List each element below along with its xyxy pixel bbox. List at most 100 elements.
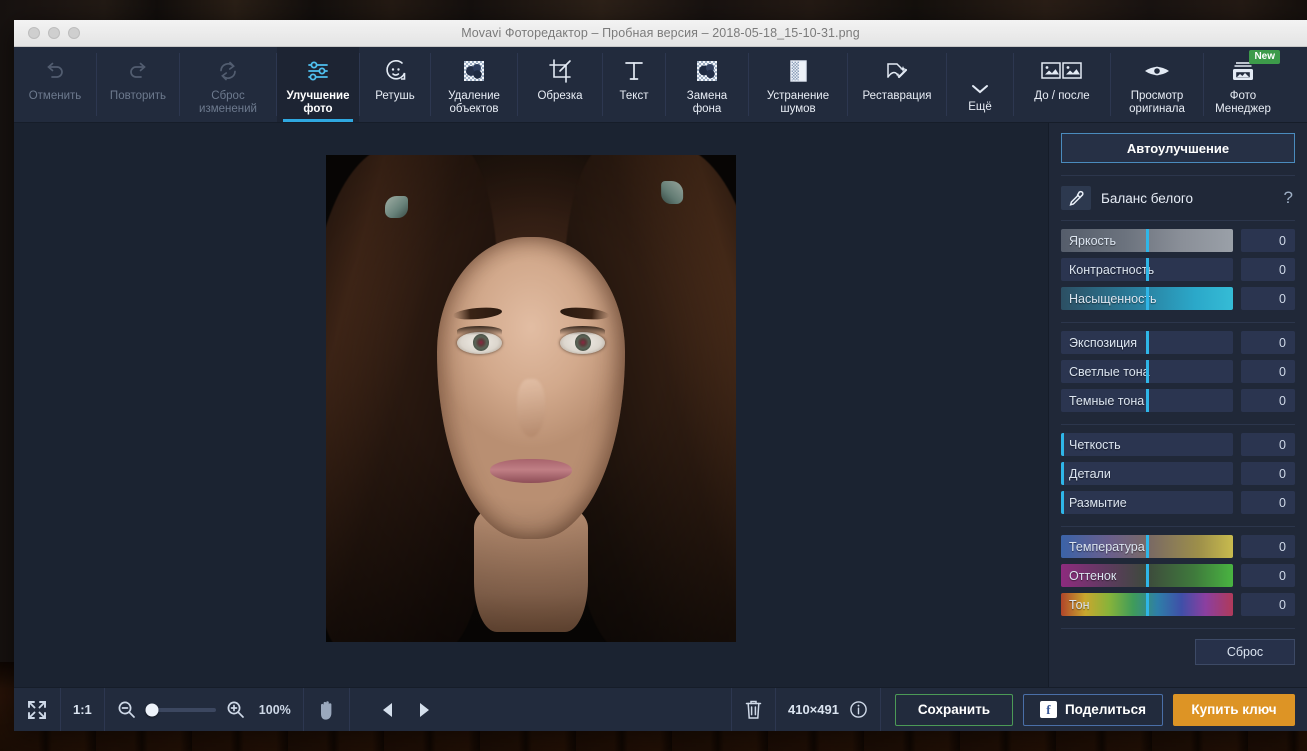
slider-handle[interactable]: [1146, 229, 1149, 252]
tool-object-removal[interactable]: Удаление объектов: [431, 47, 517, 122]
tool-before-after[interactable]: До / после: [1014, 47, 1110, 122]
trash-icon[interactable]: [744, 699, 763, 720]
tool-background-swap[interactable]: Замена фона: [666, 47, 748, 122]
action-buttons: Сохранить f Поделиться Купить ключ: [881, 694, 1307, 726]
retouch-face-icon: [381, 55, 409, 87]
slider-handle[interactable]: [1061, 433, 1064, 456]
slider-handle[interactable]: [1061, 491, 1064, 514]
slider-четкость[interactable]: Четкость: [1061, 433, 1233, 456]
slider-handle[interactable]: [1146, 535, 1149, 558]
info-icon[interactable]: [849, 700, 868, 719]
buy-key-button[interactable]: Купить ключ: [1173, 694, 1295, 726]
slider-насыщенность[interactable]: Насыщенность: [1061, 287, 1233, 310]
window-controls[interactable]: [28, 27, 80, 39]
minimize-button[interactable]: [48, 27, 60, 39]
tool-denoise[interactable]: Устранение шумов: [749, 47, 847, 122]
chevron-down-icon: [969, 78, 991, 98]
slider-row: Детали 0: [1061, 462, 1295, 485]
slider-экспозиция[interactable]: Экспозиция: [1061, 331, 1233, 354]
tool-background-swap-label: Замена фона: [685, 90, 729, 116]
slider-handle[interactable]: [1146, 593, 1149, 616]
hand-tool-icon[interactable]: [316, 699, 337, 721]
slider-handle[interactable]: [1146, 389, 1149, 412]
tool-reset-changes[interactable]: Сброс изменений: [180, 47, 276, 122]
tool-photo-manager[interactable]: Фото Менеджер New: [1204, 47, 1282, 122]
slider-value[interactable]: 0: [1241, 564, 1295, 587]
slider-row: Яркость 0: [1061, 229, 1295, 252]
save-button[interactable]: Сохранить: [895, 694, 1013, 726]
text-icon: [620, 55, 648, 87]
tool-text[interactable]: Текст: [603, 47, 665, 122]
tool-restoration[interactable]: Реставрация: [848, 47, 946, 122]
fit-screen-icon[interactable]: [26, 699, 48, 721]
slider-value[interactable]: 0: [1241, 462, 1295, 485]
slider-label: Четкость: [1069, 433, 1121, 456]
slider-row: Размытие 0: [1061, 491, 1295, 514]
slider-handle[interactable]: [1146, 564, 1149, 587]
reset-button[interactable]: Сброс: [1195, 639, 1295, 665]
zoom-level-label: 100%: [259, 703, 291, 717]
slider-group-3: Четкость 0 Детали 0 Размытие 0: [1049, 425, 1307, 526]
facebook-icon: f: [1040, 701, 1057, 718]
slider-оттенок[interactable]: Оттенок: [1061, 564, 1233, 587]
slider-тон[interactable]: Тон: [1061, 593, 1233, 616]
slider-handle[interactable]: [1146, 287, 1149, 310]
slider-value[interactable]: 0: [1241, 229, 1295, 252]
slider-value[interactable]: 0: [1241, 593, 1295, 616]
tool-undo[interactable]: Отменить: [14, 47, 96, 122]
slider-group-2: Экспозиция 0 Светлые тона 0 Темные тона 0: [1049, 323, 1307, 424]
tool-enhance-photo[interactable]: Улучшение фото: [277, 47, 359, 122]
slider-value[interactable]: 0: [1241, 331, 1295, 354]
slider-value[interactable]: 0: [1241, 360, 1295, 383]
slider-светлые-тона[interactable]: Светлые тона: [1061, 360, 1233, 383]
slider-яркость[interactable]: Яркость: [1061, 229, 1233, 252]
eyedropper-icon[interactable]: [1061, 186, 1091, 210]
zoom-slider-handle[interactable]: [145, 703, 158, 716]
tool-crop[interactable]: Обрезка: [518, 47, 602, 122]
share-button[interactable]: f Поделиться: [1023, 694, 1163, 726]
zoom-out-icon[interactable]: [117, 700, 136, 719]
tool-retouch[interactable]: Ретушь: [360, 47, 430, 122]
tool-enhance-photo-label: Улучшение фото: [284, 90, 351, 116]
photo-canvas[interactable]: [14, 123, 1048, 687]
eye-icon: [1142, 55, 1172, 87]
close-button[interactable]: [28, 27, 40, 39]
background-swap-icon: [693, 55, 721, 87]
tool-more[interactable]: Ещё: [947, 47, 1013, 122]
auto-enhance-button[interactable]: Автоулучшение: [1061, 133, 1295, 163]
slider-value[interactable]: 0: [1241, 258, 1295, 281]
photo-preview[interactable]: [326, 155, 736, 642]
denoise-icon: [784, 55, 812, 87]
slider-handle[interactable]: [1146, 331, 1149, 354]
sliders-icon: [304, 55, 332, 87]
slider-темные-тона[interactable]: Темные тона: [1061, 389, 1233, 412]
slider-value[interactable]: 0: [1241, 389, 1295, 412]
help-icon[interactable]: ?: [1284, 188, 1295, 208]
prev-arrow-icon[interactable]: [380, 702, 395, 718]
ratio-section[interactable]: 1:1: [61, 688, 105, 731]
tool-undo-label: Отменить: [27, 90, 84, 103]
slider-handle[interactable]: [1061, 462, 1064, 485]
slider-детали[interactable]: Детали: [1061, 462, 1233, 485]
slider-value[interactable]: 0: [1241, 491, 1295, 514]
slider-value[interactable]: 0: [1241, 287, 1295, 310]
tool-view-original[interactable]: Просмотр оригинала: [1111, 47, 1203, 122]
ratio-label[interactable]: 1:1: [73, 702, 92, 717]
maximize-button[interactable]: [68, 27, 80, 39]
tool-redo[interactable]: Повторить: [97, 47, 179, 122]
zoom-slider[interactable]: [146, 708, 216, 712]
slider-температура[interactable]: Температура: [1061, 535, 1233, 558]
slider-контрастность[interactable]: Контрастность: [1061, 258, 1233, 281]
slider-value[interactable]: 0: [1241, 433, 1295, 456]
tool-text-label: Текст: [618, 90, 651, 103]
slider-label: Детали: [1069, 462, 1111, 485]
zoom-in-icon[interactable]: [226, 700, 245, 719]
slider-handle[interactable]: [1146, 258, 1149, 281]
slider-label: Контрастность: [1069, 258, 1154, 281]
slider-label: Температура: [1069, 535, 1145, 558]
slider-value[interactable]: 0: [1241, 535, 1295, 558]
slider-handle[interactable]: [1146, 360, 1149, 383]
slider-размытие[interactable]: Размытие: [1061, 491, 1233, 514]
slider-row: Тон 0: [1061, 593, 1295, 616]
next-arrow-icon[interactable]: [417, 702, 432, 718]
